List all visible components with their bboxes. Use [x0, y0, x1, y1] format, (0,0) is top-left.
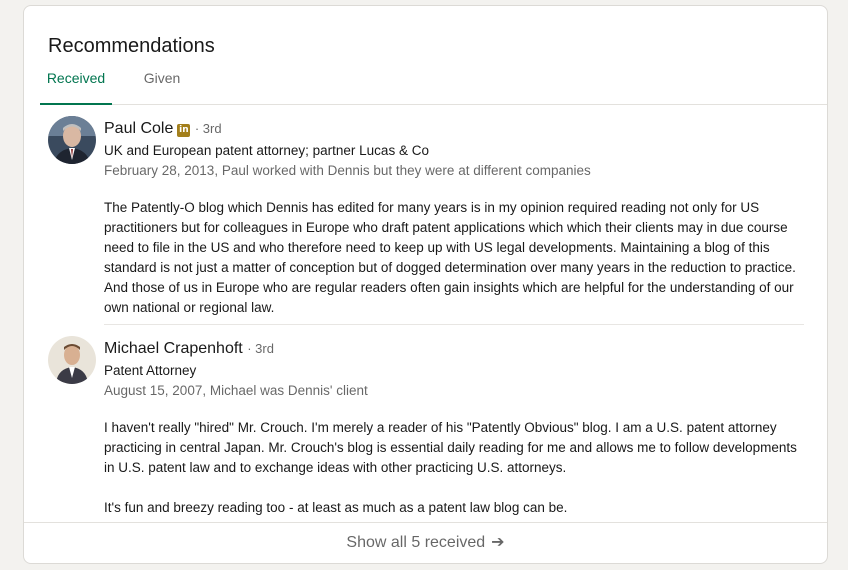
arrow-right-icon: ➔ [491, 534, 505, 551]
section-title: Recommendations [48, 35, 215, 57]
avatar-paul-cole[interactable] [48, 116, 96, 164]
divider [104, 324, 804, 325]
name-row: Paul Cole in · 3rd [104, 119, 222, 139]
show-all-button[interactable]: Show all 5 received ➔ [24, 522, 827, 563]
recommendations-card: Recommendations Received Given Paul Cole… [23, 5, 828, 564]
recommendation-paragraph: It's fun and breezy reading too - at lea… [104, 500, 568, 515]
show-all-label: Show all 5 received [346, 534, 486, 551]
name-row: Michael Crapenhoft · 3rd [104, 339, 274, 359]
linkedin-premium-icon: in [177, 124, 191, 137]
recommendation-meta: February 28, 2013, Paul worked with Denn… [104, 163, 591, 178]
recommendation-text: I haven't really "hired" Mr. Crouch. I'm… [104, 418, 810, 518]
avatar-michael-crapenhoft[interactable] [48, 336, 96, 384]
recommendation-meta: August 15, 2007, Michael was Dennis' cli… [104, 383, 368, 398]
recommender-headline: UK and European patent attorney; partner… [104, 143, 429, 158]
recommendation-paragraph: The Patently-O blog which Dennis has edi… [104, 200, 796, 315]
recommender-name[interactable]: Michael Crapenhoft [104, 340, 243, 357]
recommendation-tabs: Received Given [40, 64, 827, 105]
recommender-name[interactable]: Paul Cole [104, 120, 173, 137]
connection-degree: · 3rd [194, 121, 222, 136]
connection-degree: · 3rd [247, 341, 274, 356]
tab-given[interactable]: Given [132, 64, 192, 104]
recommendation-paragraph: I haven't really "hired" Mr. Crouch. I'm… [104, 420, 797, 475]
recommendation-text: The Patently-O blog which Dennis has edi… [104, 198, 810, 318]
tab-received[interactable]: Received [40, 64, 112, 105]
recommender-headline: Patent Attorney [104, 363, 197, 378]
